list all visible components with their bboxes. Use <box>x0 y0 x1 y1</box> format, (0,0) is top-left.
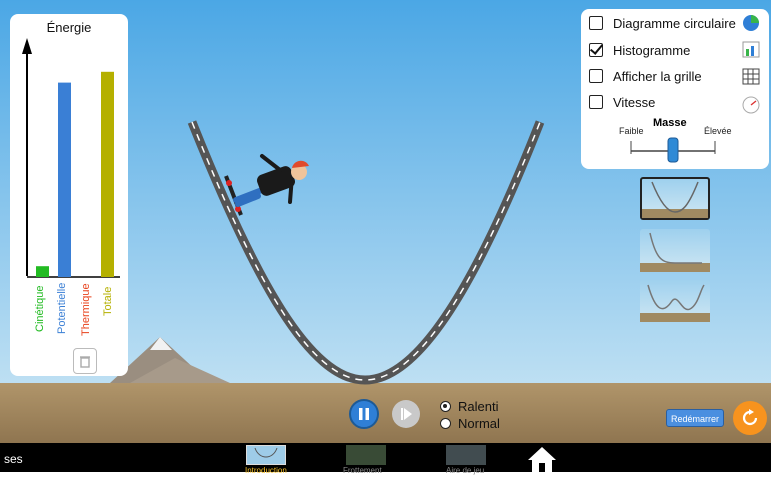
checkbox-grid[interactable]: Afficher la grille <box>589 67 702 85</box>
nav-tab-friction[interactable] <box>346 445 386 465</box>
energy-bar-0 <box>36 266 49 277</box>
nav-label-playground[interactable]: Aire de jeu <box>446 466 484 475</box>
checkbox-box[interactable] <box>589 95 603 109</box>
restart-button[interactable]: Redémarrer <box>666 409 724 427</box>
checkbox-label: Vitesse <box>613 94 656 110</box>
track-double-icon <box>640 284 710 322</box>
energy-bar-1 <box>58 82 71 277</box>
nav-tab-playground[interactable] <box>446 445 486 465</box>
mass-slider[interactable] <box>629 134 719 164</box>
nav-label-introduction[interactable]: Introduction <box>245 466 287 475</box>
nav-tab-introduction[interactable] <box>246 445 286 465</box>
pie-chart-icon <box>743 15 759 31</box>
checkbox-box[interactable] <box>589 43 603 57</box>
energy-bar-3 <box>101 71 114 277</box>
speed-radio-slow[interactable]: Ralenti <box>440 399 498 414</box>
energy-chart <box>22 38 120 278</box>
tab-thumbnail-icon <box>254 447 278 458</box>
track-option-2[interactable] <box>640 229 710 272</box>
step-button[interactable] <box>392 400 420 428</box>
pause-icon <box>359 408 369 420</box>
radio-unselected-icon[interactable] <box>440 418 451 429</box>
energy-panel: Énergie Cinétique Potentielle Thermique … <box>10 14 128 376</box>
energy-axis-arrow <box>22 38 32 54</box>
controls-panel: Diagramme circulaire Histogramme Affiche… <box>581 9 769 169</box>
panel-icons <box>742 15 760 114</box>
bar-label-total: Totale <box>102 286 114 316</box>
speed-radio-normal[interactable]: Normal <box>440 416 500 431</box>
bar-chart-icon <box>742 41 760 58</box>
speed-label-normal: Normal <box>458 416 500 431</box>
pause-button[interactable] <box>349 399 379 429</box>
checkbox-label: Histogramme <box>613 42 691 58</box>
bar-label-thermal: Thermique <box>80 283 92 336</box>
bar-label-kinetic: Cinétique <box>34 285 46 332</box>
trash-icon[interactable] <box>73 348 97 374</box>
nav-label-friction[interactable]: Frottement <box>343 466 382 475</box>
checkbox-label: Afficher la grille <box>613 68 702 84</box>
grid-icon <box>742 68 760 85</box>
checkbox-pie-chart[interactable]: Diagramme circulaire <box>589 14 736 32</box>
mass-label: Masse <box>653 117 687 129</box>
checkbox-label: Diagramme circulaire <box>613 15 736 31</box>
home-icon <box>528 447 556 472</box>
reset-all-button[interactable] <box>733 401 767 435</box>
track-option-3[interactable] <box>640 279 710 322</box>
checkbox-box[interactable] <box>589 16 603 30</box>
track-option-1[interactable] <box>640 177 710 220</box>
checkbox-speed[interactable]: Vitesse <box>589 93 655 111</box>
bar-label-potential: Potentielle <box>56 282 68 334</box>
track-u-icon <box>642 181 708 218</box>
checkbox-bar-chart[interactable]: Histogramme <box>589 41 690 59</box>
speedometer-icon <box>742 96 760 114</box>
mass-slider-thumb[interactable] <box>667 137 679 163</box>
ground <box>0 383 771 443</box>
reset-icon <box>742 409 758 426</box>
checkbox-box[interactable] <box>589 69 603 83</box>
speed-label-slow: Ralenti <box>458 399 499 414</box>
radio-selected-icon[interactable] <box>440 401 451 412</box>
home-button[interactable] <box>527 446 557 477</box>
step-forward-icon <box>401 408 412 420</box>
nav-left-fragment: ses <box>4 452 23 466</box>
track-ramp-icon <box>640 232 710 272</box>
